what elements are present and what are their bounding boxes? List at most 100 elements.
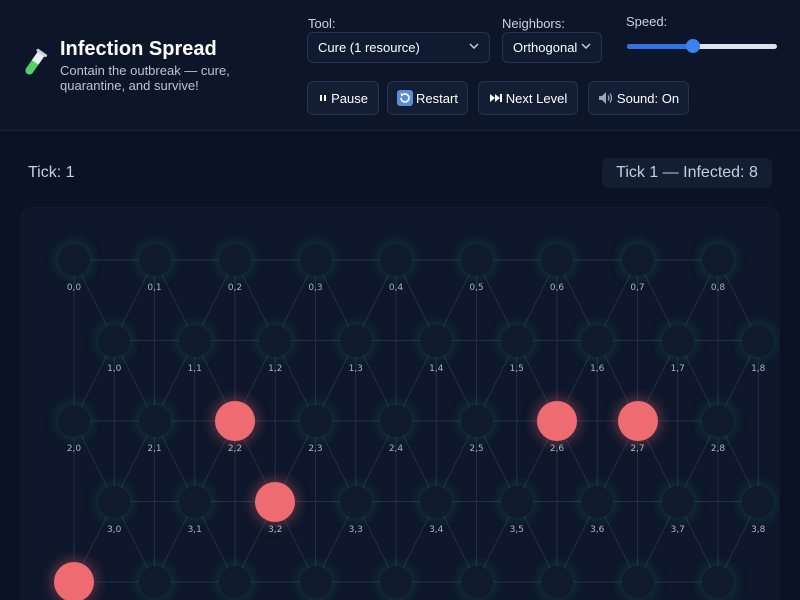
node-label: 1,6 bbox=[590, 363, 605, 374]
node-label: 3,0 bbox=[107, 524, 122, 535]
node-label: 0,5 bbox=[469, 283, 484, 293]
node-label: 1,8 bbox=[751, 363, 766, 374]
node[interactable] bbox=[621, 244, 654, 276]
node[interactable] bbox=[500, 485, 533, 518]
sound-button-label: Sound: On bbox=[616, 90, 680, 106]
node-label: 1,1 bbox=[187, 363, 202, 374]
node[interactable] bbox=[138, 405, 171, 437]
node-layer: 0,0 0,1 0,2 0,3 0,4 0,5 0,6 0,7 0,8 1,0 1,1 1,2 1,3 1… bbox=[20, 207, 780, 600]
node[interactable] bbox=[380, 405, 412, 437]
next-level-button-label: Next Level bbox=[505, 90, 568, 106]
node-label: 0,0 bbox=[66, 283, 82, 293]
node[interactable] bbox=[299, 405, 332, 437]
node[interactable] bbox=[702, 566, 734, 598]
node[interactable] bbox=[702, 405, 734, 437]
node[interactable] bbox=[661, 485, 694, 518]
node[interactable] bbox=[98, 324, 131, 357]
status-summary: Tick 1 — Infected: 8 bbox=[602, 158, 772, 188]
node[interactable] bbox=[58, 244, 90, 276]
node-infected[interactable] bbox=[54, 562, 94, 600]
node[interactable] bbox=[460, 405, 493, 437]
node-label: 1,7 bbox=[670, 363, 685, 374]
restart-icon bbox=[397, 90, 414, 106]
node-label: 2,2 bbox=[227, 444, 243, 454]
node-label: 3,2 bbox=[268, 524, 283, 535]
node-infected[interactable] bbox=[617, 401, 658, 441]
pause-button-label: Pause bbox=[331, 90, 368, 106]
tick-counter: Tick: 1 bbox=[28, 164, 75, 181]
node[interactable] bbox=[621, 566, 654, 598]
tool-label: Tool: bbox=[308, 16, 336, 31]
restart-button[interactable]: Restart bbox=[387, 81, 468, 115]
header: Infection Spread Contain the outbreak — … bbox=[0, 0, 800, 131]
speed-slider[interactable] bbox=[627, 38, 777, 54]
neighbors-select[interactable]: Orthogonal bbox=[502, 32, 602, 63]
node[interactable] bbox=[138, 566, 171, 598]
node-label: 2,7 bbox=[630, 444, 645, 454]
node[interactable] bbox=[661, 324, 694, 357]
node-label: 0,3 bbox=[308, 283, 323, 293]
node[interactable] bbox=[500, 324, 533, 357]
node-label: 3,7 bbox=[670, 524, 685, 535]
node[interactable] bbox=[380, 566, 412, 598]
node[interactable] bbox=[460, 244, 493, 276]
test-tube-icon bbox=[20, 48, 48, 80]
node[interactable] bbox=[541, 244, 573, 276]
node[interactable] bbox=[460, 566, 493, 598]
sound-button[interactable]: Sound: On bbox=[588, 81, 689, 115]
node-label: 3,4 bbox=[429, 524, 444, 535]
next-level-button[interactable]: Next Level bbox=[478, 81, 578, 115]
node[interactable] bbox=[380, 244, 412, 276]
node[interactable] bbox=[259, 324, 292, 357]
node-infected[interactable] bbox=[215, 401, 255, 441]
chevron-down-icon bbox=[469, 33, 481, 62]
speed-slider-fill bbox=[627, 44, 693, 49]
node[interactable] bbox=[420, 485, 453, 518]
game-board[interactable]: 0,0 0,1 0,2 0,3 0,4 0,5 0,6 0,7 0,8 1,0 1,1 1,2 1,3 1… bbox=[20, 207, 780, 600]
node-label: 3,3 bbox=[348, 524, 363, 535]
node[interactable] bbox=[339, 324, 372, 357]
tool-select-value: Cure (1 resource) bbox=[318, 40, 420, 55]
node-label: 3,5 bbox=[509, 524, 524, 535]
neighbors-select-value: Orthogonal bbox=[513, 40, 578, 55]
node[interactable] bbox=[178, 485, 211, 518]
node-label: 0,6 bbox=[549, 283, 565, 293]
node[interactable] bbox=[581, 485, 614, 518]
node[interactable] bbox=[219, 244, 251, 276]
tool-select[interactable]: Cure (1 resource) bbox=[307, 32, 490, 63]
node-label: 1,3 bbox=[348, 363, 363, 374]
node-label: 1,0 bbox=[107, 363, 122, 374]
node[interactable] bbox=[581, 324, 614, 357]
speed-label: Speed: bbox=[626, 14, 668, 29]
node-label: 0,8 bbox=[710, 283, 726, 293]
chevron-down-icon bbox=[581, 33, 593, 62]
node[interactable] bbox=[339, 485, 372, 518]
node[interactable] bbox=[541, 566, 573, 598]
node-label: 2,5 bbox=[469, 444, 484, 454]
node[interactable] bbox=[742, 324, 775, 357]
node[interactable] bbox=[58, 405, 90, 437]
speed-slider-thumb[interactable] bbox=[686, 39, 700, 53]
node-label: 0,1 bbox=[147, 283, 162, 293]
node-label: 0,2 bbox=[227, 283, 243, 293]
restart-button-label: Restart bbox=[416, 90, 458, 106]
node-label: 2,0 bbox=[66, 444, 82, 454]
node-label: 3,8 bbox=[751, 524, 766, 535]
node-label: 3,1 bbox=[187, 524, 202, 535]
node[interactable] bbox=[219, 566, 251, 598]
node[interactable] bbox=[702, 244, 734, 276]
node[interactable] bbox=[178, 324, 211, 357]
node[interactable] bbox=[98, 485, 131, 518]
node-label: 1,2 bbox=[268, 363, 283, 374]
node-infected[interactable] bbox=[537, 401, 577, 441]
node[interactable] bbox=[138, 244, 171, 276]
node[interactable] bbox=[420, 324, 453, 357]
node-label: 2,4 bbox=[388, 444, 404, 454]
node[interactable] bbox=[742, 485, 775, 518]
node-infected[interactable] bbox=[255, 481, 296, 522]
node[interactable] bbox=[299, 566, 332, 598]
pause-button[interactable]: Pause bbox=[307, 81, 379, 115]
node-label: 2,6 bbox=[549, 444, 565, 454]
neighbors-label: Neighbors: bbox=[502, 16, 565, 31]
node[interactable] bbox=[299, 244, 332, 276]
